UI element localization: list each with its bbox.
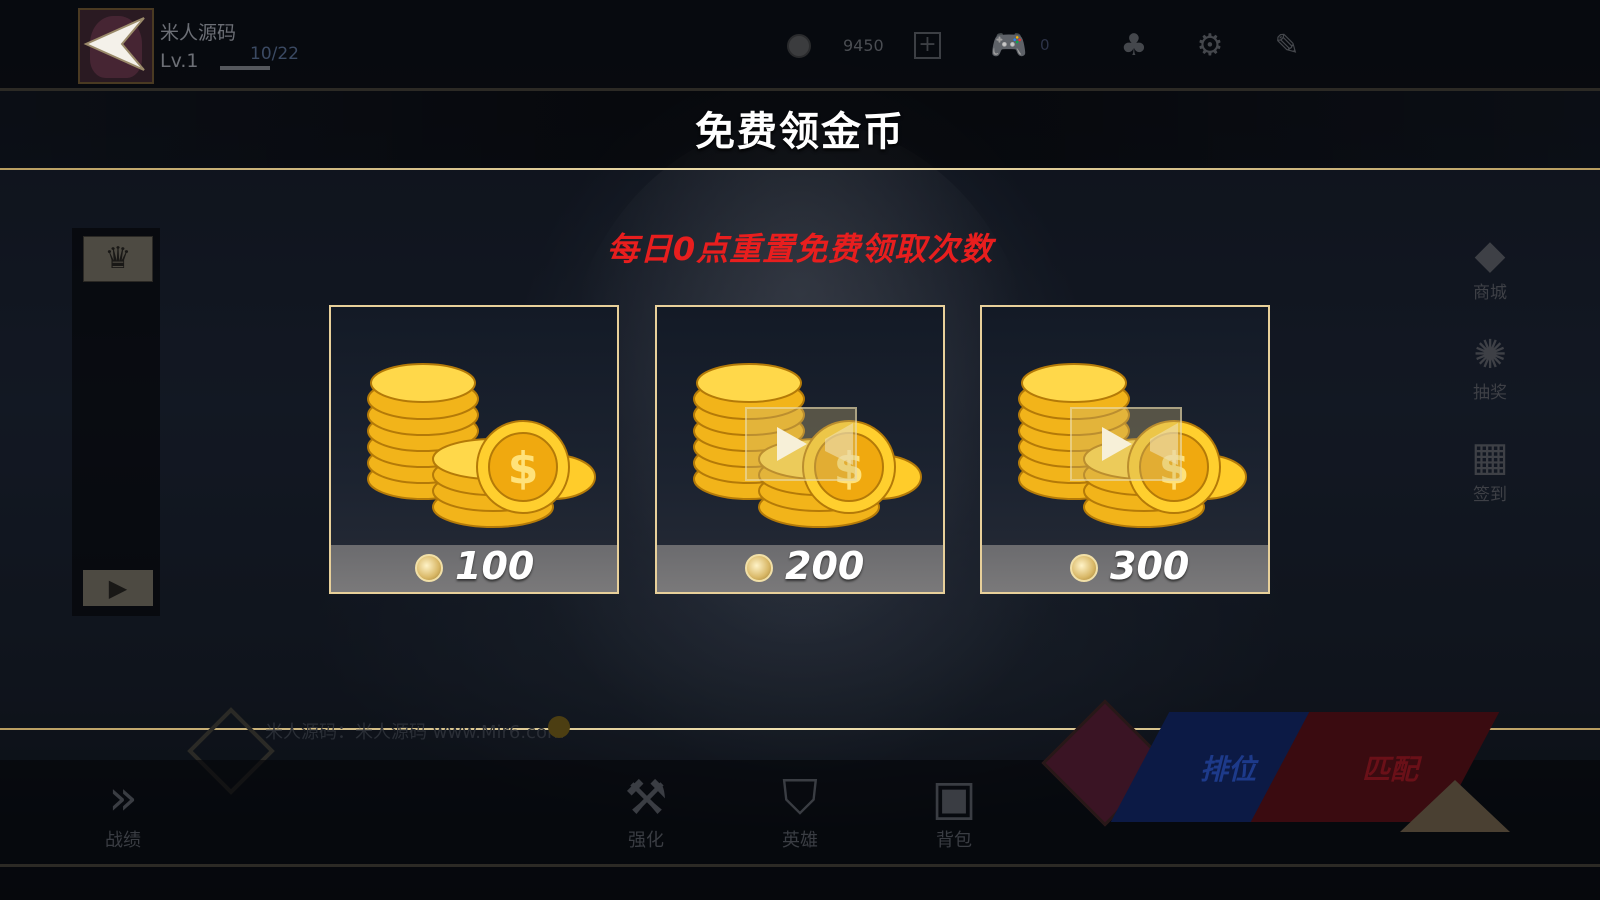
lottery-button[interactable]: ✺ 抽奖 (1455, 332, 1525, 403)
emoji-icon (548, 716, 570, 738)
coin-icon (787, 34, 811, 58)
exp-text: 10/22 (250, 44, 299, 64)
player-name: 米人源码 (160, 22, 237, 44)
nav-enhance-label: 强化 (628, 830, 664, 851)
video-ad-icon (1070, 407, 1182, 481)
nav-record-label: 战绩 (105, 830, 141, 851)
chevrons-icon: » (108, 770, 138, 826)
nav-heroes-label: 英雄 (782, 830, 818, 851)
shop-label: 商城 (1473, 283, 1507, 303)
left-panel (72, 228, 160, 616)
coin-icon (415, 554, 443, 582)
reward-card-100[interactable]: $ 100 (329, 305, 619, 594)
reward-card-300[interactable]: $ 300 (980, 305, 1270, 594)
amount-bar: 300 (982, 544, 1268, 592)
reward-card-200[interactable]: $ 200 (655, 305, 945, 594)
anvil-icon: ⚒ (624, 770, 668, 826)
svg-text:$: $ (508, 443, 539, 494)
lottery-label: 抽奖 (1473, 383, 1507, 403)
calendar-icon: ▦ (1471, 434, 1509, 480)
nav-backpack[interactable]: ▣ 背包 (912, 770, 996, 852)
nav-record[interactable]: » 战绩 (88, 770, 158, 852)
exp-bar (220, 66, 270, 70)
diamond-icon: ◆ (1474, 232, 1506, 278)
reward-amount: 200 (785, 544, 865, 588)
friends-icon[interactable]: ♣ (1115, 28, 1153, 64)
gamepad-icon[interactable]: 🎮 (990, 28, 1028, 64)
coin-icon (1070, 554, 1098, 582)
amount-bar: 100 (331, 544, 617, 592)
bottom-divider (0, 864, 1600, 867)
nav-heroes[interactable]: ⛉ 英雄 (758, 770, 842, 852)
amount-bar: 200 (657, 544, 943, 592)
corner-decoration (1400, 780, 1510, 832)
nav-enhance[interactable]: ⚒ 强化 (604, 770, 688, 852)
reward-amount: 100 (455, 544, 535, 588)
panel-title: 免费领金币 (695, 109, 905, 155)
add-coins-button[interactable]: + (914, 32, 941, 59)
gamepad-count: 0 (1040, 36, 1050, 54)
chat-message: 米人源码：米人源码 www.Mir6.com (265, 722, 565, 743)
player-level: Lv.1 (160, 50, 199, 72)
crown-icon[interactable]: ♛ (83, 236, 153, 282)
helmet-icon: ⛉ (781, 770, 818, 826)
signin-button[interactable]: ▦ 签到 (1455, 434, 1525, 505)
signin-label: 签到 (1473, 485, 1507, 505)
nav-backpack-label: 背包 (936, 830, 972, 851)
shop-button[interactable]: ◆ 商城 (1455, 232, 1525, 303)
edit-icon[interactable]: ✎ (1268, 28, 1306, 64)
expand-arrow-icon[interactable]: ▶ (83, 570, 153, 606)
reward-amount: 300 (1110, 544, 1190, 588)
coin-icon (745, 554, 773, 582)
reset-notice: 每日0点重置免费领取次数 (606, 230, 994, 268)
backpack-icon: ▣ (931, 770, 977, 826)
wheel-icon: ✺ (1473, 332, 1507, 378)
video-ad-icon (745, 407, 857, 481)
panel-top-border (0, 168, 1600, 170)
gear-icon[interactable]: ⚙ (1191, 28, 1229, 64)
back-arrow-icon[interactable] (80, 14, 150, 74)
coin-stack-icon: $ (367, 363, 596, 528)
ranked-label: 排位 (1200, 753, 1257, 786)
coin-count: 9450 (843, 36, 884, 55)
